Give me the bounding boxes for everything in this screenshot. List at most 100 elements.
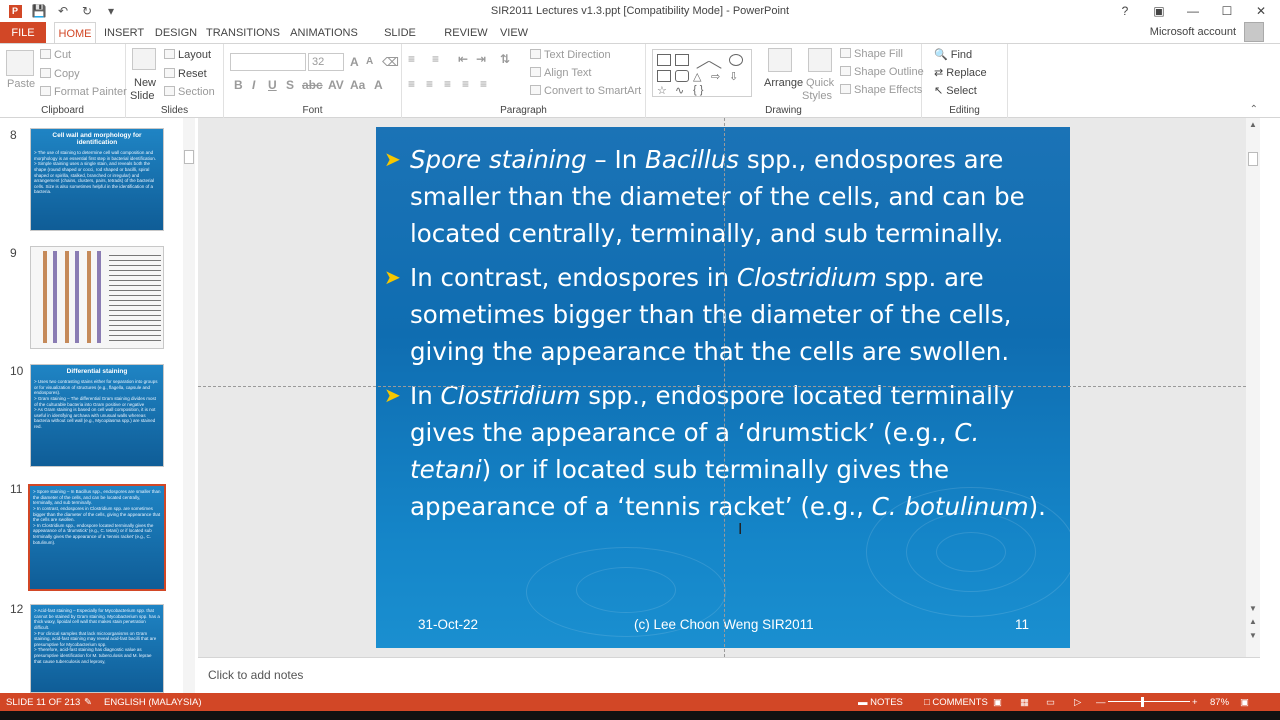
decrease-indent-icon[interactable]: ⇤ [458,52,468,66]
arrange-icon[interactable] [768,48,792,72]
shadow-button[interactable]: S [286,78,294,92]
previous-slide-icon[interactable]: ▲ [1249,617,1257,626]
slide-thumbnail-12[interactable]: > Acid-fast staining – Especially for My… [30,604,164,693]
tab-animations[interactable]: ANIMATIONS [288,22,360,44]
shape-fill-button[interactable]: Shape Fill [840,48,903,60]
notes-button[interactable]: ▬ NOTES [858,697,903,708]
align-right-icon[interactable]: ≡ [444,77,451,91]
horizontal-guide[interactable] [198,386,1246,387]
bullet-contrast[interactable]: ➤ In contrast, endospores in Clostridium… [384,259,1060,370]
right-arrow-shape-icon[interactable]: ⇨ [711,70,725,83]
font-color-icon[interactable]: A [374,78,383,92]
quick-styles-label2[interactable]: Styles [802,90,832,102]
copy-button[interactable]: Copy [40,68,80,80]
avatar[interactable] [1244,22,1264,42]
section-button[interactable]: Section [164,86,215,98]
notes-pane[interactable]: Click to add notes [198,657,1260,693]
increase-font-icon[interactable]: A [350,55,359,69]
cut-button[interactable]: Cut [40,49,71,61]
change-case-icon[interactable]: Aa [350,78,365,92]
bullet-spore-staining[interactable]: ➤ Spore staining – In Bacillus spp., end… [384,141,1060,252]
bullets-icon[interactable]: ≡ [408,52,415,66]
align-text-button[interactable]: Align Text [530,67,592,79]
align-center-icon[interactable]: ≡ [426,77,433,91]
rectangle-shape-icon[interactable] [657,70,671,82]
scroll-down-icon[interactable]: ▼ [1249,604,1257,613]
rounded-rect-shape-icon[interactable] [675,70,689,82]
slide-thumbnail-10[interactable]: Differential staining > Uses two contras… [30,364,164,467]
curve-shape-icon[interactable]: ∿ [675,84,689,97]
char-spacing-icon[interactable]: AV [328,78,344,92]
format-painter-button[interactable]: Format Painter [40,86,127,98]
next-slide-icon[interactable]: ▼ [1249,631,1257,640]
scroll-up-icon[interactable]: ▲ [1249,120,1257,129]
underline-button[interactable]: U [268,78,277,92]
align-left-icon[interactable]: ≡ [408,77,415,91]
select-button[interactable]: ↖ Select [934,84,977,97]
replace-button[interactable]: ⇄ Replace [934,66,987,79]
shape-effects-button[interactable]: Shape Effects [840,84,922,96]
textbox-vertical-shape-icon[interactable] [675,54,689,66]
close-icon[interactable]: ✕ [1250,3,1272,19]
triangle-shape-icon[interactable]: △ [693,70,707,83]
paste-button[interactable]: Paste [7,78,35,90]
strikethrough-button[interactable]: abc [302,78,323,92]
shapes-gallery[interactable]: △ ⇨ ⇩ ☆ ∿ { } [652,49,752,97]
zoom-slider[interactable] [1108,701,1190,702]
slide-canvas[interactable]: ➤ Spore staining – In Bacillus spp., end… [376,127,1070,648]
editor-scroll-thumb[interactable] [1248,152,1258,166]
normal-view-icon[interactable]: ▣ [993,697,1002,708]
oval-shape-icon[interactable] [729,54,743,66]
tab-file[interactable]: FILE [0,22,46,44]
zoom-out-icon[interactable]: — [1096,697,1106,708]
tab-review[interactable]: REVIEW [442,22,490,44]
editor-scrollbar[interactable] [1246,118,1260,657]
quick-styles-button[interactable]: Quick [806,77,834,89]
comments-button[interactable]: □ COMMENTS [924,697,988,708]
fit-slide-icon[interactable]: ▣ [1240,697,1249,708]
columns-icon[interactable]: ≡ [480,77,487,91]
line-spacing-icon[interactable]: ⇅ [500,52,510,66]
bullet-clostridium[interactable]: ➤ In Clostridium spp., endospore located… [384,377,1060,525]
tab-transitions[interactable]: TRANSITIONS [206,22,280,44]
arrange-button[interactable]: Arrange [764,77,803,89]
find-button[interactable]: 🔍 Find [934,48,972,61]
reading-view-icon[interactable]: ▭ [1046,697,1055,708]
down-arrow-shape-icon[interactable]: ⇩ [729,70,743,83]
reset-button[interactable]: Reset [164,68,207,80]
italic-button[interactable]: I [252,78,255,92]
tab-slide-show[interactable]: SLIDE SHOW [366,22,434,61]
zoom-level[interactable]: 87% [1210,697,1229,708]
tab-home[interactable]: HOME [54,22,96,44]
tab-design[interactable]: DESIGN [152,22,200,44]
text-direction-button[interactable]: Text Direction [530,49,611,61]
font-size-field[interactable]: 32 [308,53,344,71]
zoom-slider-handle[interactable] [1141,697,1144,707]
maximize-icon[interactable]: ☐ [1216,3,1238,19]
bold-button[interactable]: B [234,78,243,92]
slide-sorter-icon[interactable]: ▦ [1020,697,1029,708]
decrease-font-icon[interactable]: A [366,56,373,67]
collapse-ribbon-icon[interactable]: ⌃ [1250,104,1258,115]
account-name[interactable]: Microsoft account [1150,26,1236,38]
slideshow-view-icon[interactable]: ▷ [1074,697,1081,708]
star-shape-icon[interactable]: ☆ [657,84,671,97]
new-slide-button[interactable]: New [134,77,156,89]
new-slide-label2[interactable]: Slide [130,90,154,102]
clear-format-icon[interactable]: ⌫ [382,55,399,69]
smartart-button[interactable]: Convert to SmartArt [530,85,641,97]
arrow-shape-icon[interactable] [708,51,728,69]
increase-indent-icon[interactable]: ⇥ [476,52,486,66]
thumbnail-scroll-thumb[interactable] [184,150,194,164]
tab-insert[interactable]: INSERT [104,22,144,44]
ribbon-display-icon[interactable]: ▣ [1148,3,1170,19]
paste-icon[interactable] [6,50,34,76]
justify-icon[interactable]: ≡ [462,77,469,91]
tab-view[interactable]: VIEW [496,22,532,44]
new-slide-icon[interactable] [132,48,156,70]
slide-thumbnail-9[interactable] [30,246,164,349]
vertical-guide[interactable] [724,118,725,657]
textbox-shape-icon[interactable] [657,54,671,66]
help-icon[interactable]: ? [1114,3,1136,19]
shape-outline-button[interactable]: Shape Outline [840,66,924,78]
